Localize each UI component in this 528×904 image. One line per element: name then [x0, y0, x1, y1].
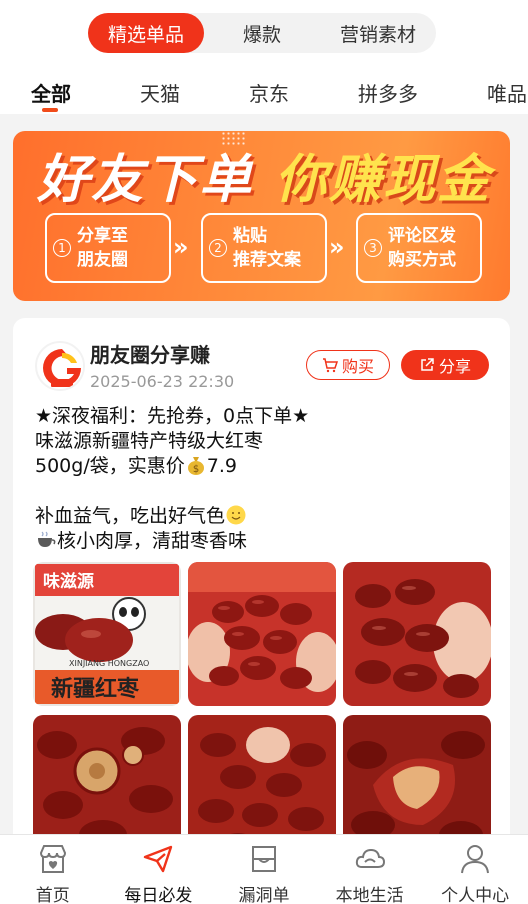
step-number: 3 — [364, 239, 382, 257]
step-line-2: 推荐文案 — [233, 250, 301, 270]
tab-jd[interactable]: 京东 — [249, 78, 289, 107]
tea-cup-icon — [38, 531, 56, 547]
money-bag-icon: $ — [187, 457, 204, 475]
package-brand-text: 味滋源 — [43, 571, 94, 592]
post-line-price: 500g/袋，实惠价 $ 7.9 — [35, 454, 495, 479]
tab-tmall[interactable]: 天猫 — [140, 78, 180, 107]
post-line: 核小肉厚，清甜枣香味 — [35, 529, 495, 554]
nav-profile[interactable]: 个人中心 — [422, 835, 528, 904]
price-value: 7.9 — [206, 455, 237, 477]
banner-step-2: 2 粘贴 推荐文案 — [201, 213, 327, 283]
share-button[interactable]: 分享 — [401, 350, 489, 380]
banner-step-3: 3 评论区发 购买方式 — [356, 213, 482, 283]
post-line: 补血益气，吃出好气色 — [35, 504, 495, 529]
bottom-nav: 首页 每日必发 漏洞单 本地生活 个人中心 — [0, 834, 528, 904]
package-label: 新疆红枣 — [51, 676, 140, 702]
segment-featured[interactable]: 精选单品 — [88, 13, 204, 53]
segment-hot[interactable]: 爆款 — [204, 13, 320, 53]
post-card: 朋友圈分享赚 2025-06-23 22:30 购买 分享 ★深夜福利：先抢券，… — [13, 318, 510, 878]
buy-label: 购买 — [341, 357, 374, 376]
product-image-jujubes-hand[interactable] — [188, 562, 336, 706]
post-author: 朋友圈分享赚 — [90, 343, 210, 367]
step-line-1: 分享至 — [77, 226, 128, 246]
tab-pinduoduo[interactable]: 拼多多 — [358, 78, 418, 107]
shop-home-icon — [39, 845, 66, 873]
nav-loophole[interactable]: 漏洞单 — [211, 835, 317, 904]
platform-tabs: 全部 天猫 京东 拼多多 唯品 — [0, 70, 528, 114]
promo-banner[interactable]: 好友下单 你赚现金 1 分享至 朋友圈 » 2 粘贴 推荐文案 » 3 评论区发… — [13, 131, 510, 301]
smile-emoji-icon — [226, 505, 246, 525]
product-image-jujubes-hand-2[interactable] — [343, 562, 491, 706]
product-image-package[interactable]: 味滋源 XINJIANG HONGZAO 新疆红枣 — [33, 562, 181, 706]
segment-control: 精选单品 爆款 营销素材 — [88, 13, 436, 53]
bag-icon — [251, 846, 276, 872]
app-page: 精选单品 爆款 营销素材 全部 天猫 京东 拼多多 唯品 好友下单 你赚现金 1… — [0, 0, 528, 904]
step-line-1: 粘贴 — [233, 226, 267, 246]
avatar[interactable] — [35, 341, 85, 391]
cart-icon — [322, 358, 338, 373]
nav-label: 漏洞单 — [238, 886, 290, 904]
chevron-double-right-icon: » — [173, 233, 189, 261]
paper-plane-icon — [144, 845, 173, 873]
brand-logo-icon — [39, 345, 83, 389]
nav-label: 个人中心 — [441, 886, 510, 904]
step-line-1: 评论区发 — [388, 226, 456, 246]
buy-button[interactable]: 购买 — [306, 350, 390, 380]
nav-daily[interactable]: 每日必发 — [106, 835, 212, 904]
nav-label: 每日必发 — [124, 886, 193, 904]
share-label: 分享 — [438, 357, 471, 376]
tab-all[interactable]: 全部 — [31, 78, 71, 107]
user-icon — [461, 845, 490, 874]
banner-title-right: 你赚现金 — [275, 150, 492, 210]
nav-home[interactable]: 首页 — [0, 835, 106, 904]
nav-label: 首页 — [35, 886, 70, 904]
banner-step-1: 1 分享至 朋友圈 — [45, 213, 171, 283]
chevron-double-right-icon: » — [329, 233, 345, 261]
segment-marketing[interactable]: 营销素材 — [320, 13, 436, 53]
step-line-2: 朋友圈 — [77, 250, 128, 270]
svg-text:$: $ — [193, 464, 199, 475]
step-number: 2 — [209, 239, 227, 257]
nav-label: 本地生活 — [335, 886, 404, 904]
post-text: ★深夜福利：先抢券，0点下单★ 味滋源新疆特产特级大红枣 500g/袋，实惠价 … — [35, 404, 495, 554]
nav-local-life[interactable]: 本地生活 — [317, 835, 423, 904]
banner-title-left: 好友下单 — [37, 150, 254, 210]
price-prefix: 500g/袋，实惠价 — [35, 455, 185, 477]
post-time: 2025-06-23 22:30 — [90, 372, 235, 391]
active-tab-indicator — [42, 108, 58, 112]
post-line: 味滋源新疆特产特级大红枣 — [35, 430, 264, 452]
tab-vip[interactable]: 唯品 — [487, 78, 527, 107]
post-line: ★深夜福利：先抢券，0点下单★ — [35, 405, 310, 427]
cloud-icon — [355, 848, 385, 868]
top-area: 精选单品 爆款 营销素材 全部 天猫 京东 拼多多 唯品 — [0, 0, 528, 114]
share-icon — [421, 358, 434, 371]
step-number: 1 — [53, 239, 71, 257]
step-line-2: 购买方式 — [388, 250, 456, 270]
package-subtitle: XINJIANG HONGZAO — [69, 659, 149, 668]
